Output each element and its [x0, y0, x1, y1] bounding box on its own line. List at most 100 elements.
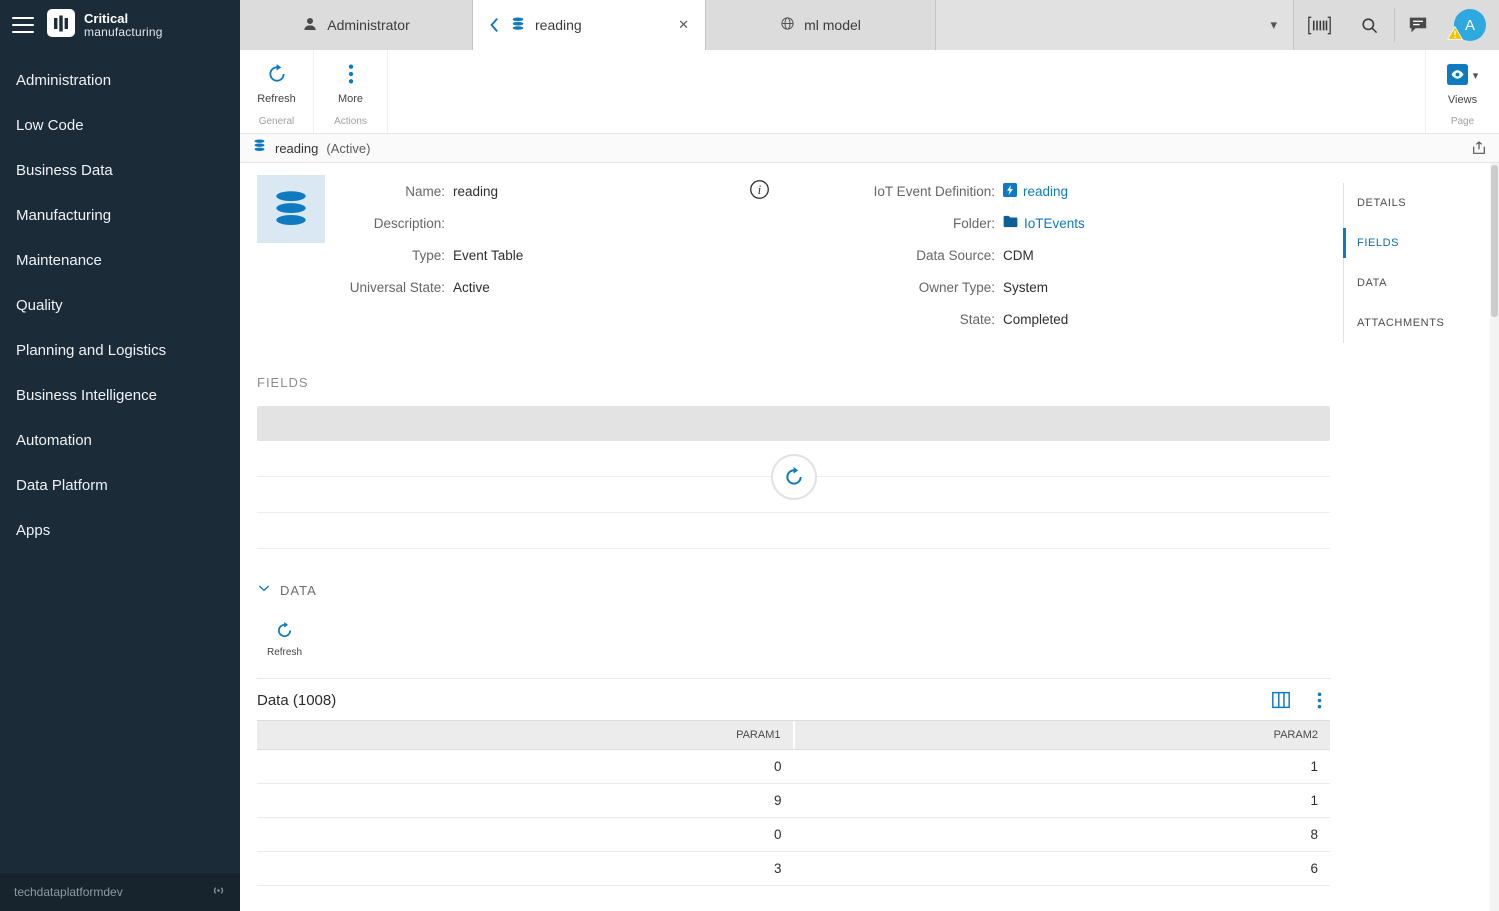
- refresh-icon: [267, 64, 287, 87]
- table-header-row: PARAM1 PARAM2: [257, 720, 1330, 750]
- data-section-header[interactable]: DATA: [257, 581, 1330, 600]
- loading-placeholder-row: [257, 513, 1330, 549]
- content-main: Name: reading Description: Type: Event T…: [240, 163, 1343, 911]
- sidebar-item-low-code[interactable]: Low Code: [0, 103, 240, 148]
- table-cell: 9: [257, 784, 794, 817]
- entity-header-bar: reading (Active): [240, 134, 1499, 163]
- data-table-title: Data (1008): [257, 692, 336, 709]
- logo-text-bold: Critical: [84, 12, 163, 26]
- table-more-kebab-icon[interactable]: [1317, 692, 1322, 709]
- tab-label: ml model: [804, 17, 861, 33]
- sidebar-item-automation[interactable]: Automation: [0, 418, 240, 463]
- detail-row-owner-type: Owner Type: System: [821, 271, 1333, 303]
- data-refresh-button[interactable]: Refresh: [257, 618, 312, 662]
- sidebar-item-apps[interactable]: Apps: [0, 508, 240, 553]
- table-cell: 1: [794, 784, 1331, 817]
- content-area: Name: reading Description: Type: Event T…: [240, 163, 1499, 911]
- back-icon[interactable]: [487, 17, 501, 33]
- user-icon: [302, 16, 318, 35]
- column-header-param2[interactable]: PARAM2: [795, 721, 1331, 749]
- field-value-state: Completed: [1003, 312, 1068, 327]
- column-options-icon[interactable]: [1271, 691, 1291, 709]
- field-label: Description:: [341, 216, 453, 231]
- app-root: Critical manufacturing Administration Lo…: [0, 0, 1499, 911]
- anchor-item-details[interactable]: DETAILS: [1344, 183, 1491, 223]
- field-value-owner-type: System: [1003, 280, 1048, 295]
- table-row[interactable]: 3 6: [257, 852, 1330, 886]
- fields-section-title: FIELDS: [257, 375, 1330, 390]
- field-value-name: reading: [453, 184, 498, 199]
- data-section: DATA Refresh Data (1008): [257, 581, 1330, 886]
- folder-link[interactable]: IoTEvents: [1024, 216, 1085, 231]
- database-icon: [252, 138, 267, 158]
- info-icon[interactable]: i: [749, 179, 770, 203]
- scan-barcode-icon[interactable]: [1294, 0, 1344, 50]
- sidebar-item-quality[interactable]: Quality: [0, 283, 240, 328]
- warning-icon[interactable]: [1447, 26, 1463, 45]
- sidebar-item-maintenance[interactable]: Maintenance: [0, 238, 240, 283]
- sidebar-item-administration[interactable]: Administration: [0, 58, 240, 103]
- svg-text:i: i: [758, 183, 762, 197]
- sidebar-item-planning-and-logistics[interactable]: Planning and Logistics: [0, 328, 240, 373]
- details-panel: Name: reading Description: Type: Event T…: [257, 163, 1343, 339]
- table-cell: 0: [257, 750, 794, 783]
- field-label: Universal State:: [341, 280, 453, 295]
- chat-icon[interactable]: [1395, 0, 1441, 50]
- data-refresh-label: Refresh: [267, 647, 302, 658]
- chevron-down-icon: [257, 581, 271, 600]
- menu-toggle-icon[interactable]: [12, 17, 34, 33]
- search-icon[interactable]: [1344, 0, 1394, 50]
- detail-row-iot-event-definition: IoT Event Definition: reading: [821, 175, 1333, 207]
- close-tab-icon[interactable]: ✕: [674, 15, 693, 35]
- logo-text-light: manufacturing: [84, 26, 163, 39]
- sidebar: Critical manufacturing Administration Lo…: [0, 0, 240, 911]
- table-cell: 6: [794, 852, 1331, 885]
- tab-ml-model[interactable]: ml model: [706, 0, 936, 50]
- field-label: Data Source:: [821, 248, 1003, 263]
- tab-overflow-chevron-icon[interactable]: ▾: [1270, 17, 1277, 33]
- kebab-menu-icon: [348, 64, 354, 87]
- tab-strip-spacer: ▾: [936, 0, 1294, 50]
- anchor-item-attachments[interactable]: ATTACHMENTS: [1344, 303, 1491, 343]
- table-cell: 0: [257, 818, 794, 851]
- refresh-label: Refresh: [257, 93, 296, 105]
- fields-section: FIELDS: [257, 375, 1330, 549]
- scrollbar-thumb[interactable]: [1491, 165, 1498, 317]
- anchor-item-fields[interactable]: FIELDS: [1344, 223, 1491, 263]
- logo-text: Critical manufacturing: [84, 12, 163, 38]
- table-row[interactable]: 9 1: [257, 784, 1330, 818]
- table-row[interactable]: 0 8: [257, 818, 1330, 852]
- promote-window-icon[interactable]: [1471, 140, 1487, 156]
- table-cell: 3: [257, 852, 794, 885]
- sidebar-item-manufacturing[interactable]: Manufacturing: [0, 193, 240, 238]
- more-button[interactable]: More: [314, 50, 387, 113]
- sidebar-item-business-data[interactable]: Business Data: [0, 148, 240, 193]
- detail-row-name: Name: reading: [341, 175, 741, 207]
- field-label: State:: [821, 312, 1003, 327]
- detail-row-universal-state: Universal State: Active: [341, 271, 741, 303]
- table-row[interactable]: 0 1: [257, 750, 1330, 784]
- ribbon-toolbar: Refresh General More Actions: [240, 50, 1499, 134]
- tab-reading[interactable]: reading ✕: [473, 0, 706, 50]
- details-right-column: IoT Event Definition: reading Folder:: [821, 175, 1333, 339]
- iot-event-definition-link[interactable]: reading: [1023, 184, 1068, 199]
- views-button[interactable]: ▾ Views: [1426, 50, 1499, 113]
- field-value-data-source: CDM: [1003, 248, 1034, 263]
- broadcast-icon[interactable]: [211, 883, 226, 901]
- logo-icon: [46, 8, 76, 43]
- field-label: Type:: [341, 248, 453, 263]
- tab-administrator[interactable]: Administrator: [240, 0, 473, 50]
- detail-row-type: Type: Event Table: [341, 239, 741, 271]
- refresh-button[interactable]: Refresh: [240, 50, 313, 113]
- anchor-item-data[interactable]: DATA: [1344, 263, 1491, 303]
- vertical-scrollbar[interactable]: [1490, 163, 1499, 911]
- ribbon-group-actions: More Actions: [314, 50, 388, 133]
- sidebar-item-business-intelligence[interactable]: Business Intelligence: [0, 373, 240, 418]
- sidebar-header: Critical manufacturing: [0, 0, 240, 50]
- sidebar-item-data-platform[interactable]: Data Platform: [0, 463, 240, 508]
- ribbon-group-label: Page: [1426, 113, 1499, 133]
- views-chevron-down-icon: ▾: [1473, 69, 1479, 82]
- sidebar-footer: techdataplatformdev: [0, 873, 240, 911]
- column-header-param1[interactable]: PARAM1: [257, 721, 795, 749]
- tab-label: reading: [535, 17, 582, 33]
